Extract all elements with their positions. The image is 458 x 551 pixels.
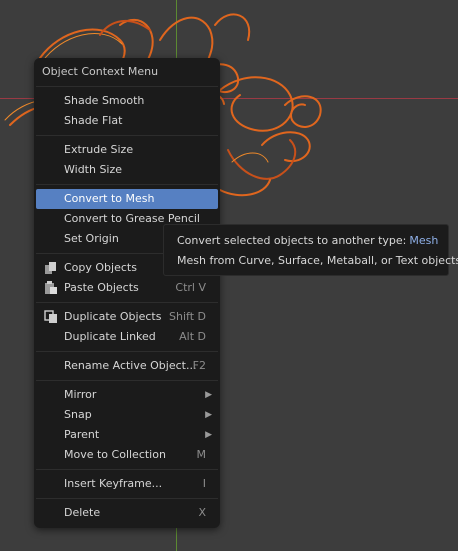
tooltip-description: Convert selected objects to another type… — [177, 234, 438, 247]
item-shortcut: Ctrl V — [175, 281, 206, 294]
item-shortcut: F2 — [192, 359, 206, 372]
delete-item[interactable]: Delete X — [36, 503, 218, 523]
menu-separator — [36, 380, 218, 381]
object-context-menu: Object Context Menu Shade Smooth Shade F… — [34, 58, 220, 528]
item-label: Duplicate Linked — [64, 330, 156, 343]
snap-item[interactable]: Snap ▶ — [36, 405, 218, 425]
convert-to-mesh-item[interactable]: Convert to Mesh — [36, 189, 218, 209]
item-label: Shade Smooth — [64, 94, 145, 107]
duplicate-icon — [44, 310, 57, 323]
submenu-arrow-icon: ▶ — [205, 410, 212, 420]
parent-item[interactable]: Parent ▶ — [36, 425, 218, 445]
item-shortcut: M — [196, 448, 207, 461]
menu-separator — [36, 86, 218, 87]
item-label: Insert Keyframe... — [64, 477, 163, 490]
menu-separator — [36, 498, 218, 499]
item-label: Convert to Mesh — [64, 192, 155, 205]
item-label: Extrude Size — [64, 143, 134, 156]
shade-flat-item[interactable]: Shade Flat — [36, 111, 218, 131]
item-label: Move to Collection — [64, 448, 166, 461]
menu-separator — [36, 184, 218, 185]
rename-active-object-item[interactable]: Rename Active Object... F2 — [36, 356, 218, 376]
item-label: Width Size — [64, 163, 123, 176]
item-label: Paste Objects — [64, 281, 139, 294]
submenu-arrow-icon: ▶ — [205, 390, 212, 400]
item-label: Duplicate Objects — [64, 310, 162, 323]
item-label: Snap — [64, 408, 92, 421]
duplicate-objects-item[interactable]: Duplicate Objects Shift D — [36, 307, 218, 327]
item-shortcut: Shift D — [169, 310, 206, 323]
shade-smooth-item[interactable]: Shade Smooth — [36, 91, 218, 111]
tooltip-description-text: Convert selected objects to another type… — [177, 234, 407, 247]
move-to-collection-item[interactable]: Move to Collection M — [36, 445, 218, 465]
item-label: Parent — [64, 428, 100, 441]
item-shortcut: Alt D — [179, 330, 206, 343]
tooltip-detail: Mesh from Curve, Surface, Metaball, or T… — [177, 254, 458, 267]
width-size-item[interactable]: Width Size — [36, 160, 218, 180]
paste-icon — [45, 281, 57, 294]
menu-separator — [36, 135, 218, 136]
item-label: Shade Flat — [64, 114, 123, 127]
item-label: Copy Objects — [64, 261, 137, 274]
item-label: Mirror — [64, 388, 97, 401]
item-shortcut: I — [202, 477, 206, 490]
item-label: Delete — [64, 506, 101, 519]
extrude-size-item[interactable]: Extrude Size — [36, 140, 218, 160]
menu-separator — [36, 302, 218, 303]
item-label: Rename Active Object... — [64, 359, 197, 372]
convert-tooltip: Convert selected objects to another type… — [163, 224, 458, 276]
item-label: Set Origin — [64, 232, 119, 245]
menu-title: Object Context Menu — [42, 65, 159, 78]
menu-separator — [36, 469, 218, 470]
menu-separator — [36, 351, 218, 352]
tooltip-value: Mesh — [409, 234, 439, 247]
item-shortcut: X — [198, 506, 206, 519]
duplicate-linked-item[interactable]: Duplicate Linked Alt D — [36, 327, 218, 347]
paste-objects-item[interactable]: Paste Objects Ctrl V — [36, 278, 218, 298]
mirror-item[interactable]: Mirror ▶ — [36, 385, 218, 405]
insert-keyframe-item[interactable]: Insert Keyframe... I — [36, 474, 218, 494]
submenu-arrow-icon: ▶ — [205, 430, 212, 440]
copy-icon — [45, 262, 56, 274]
